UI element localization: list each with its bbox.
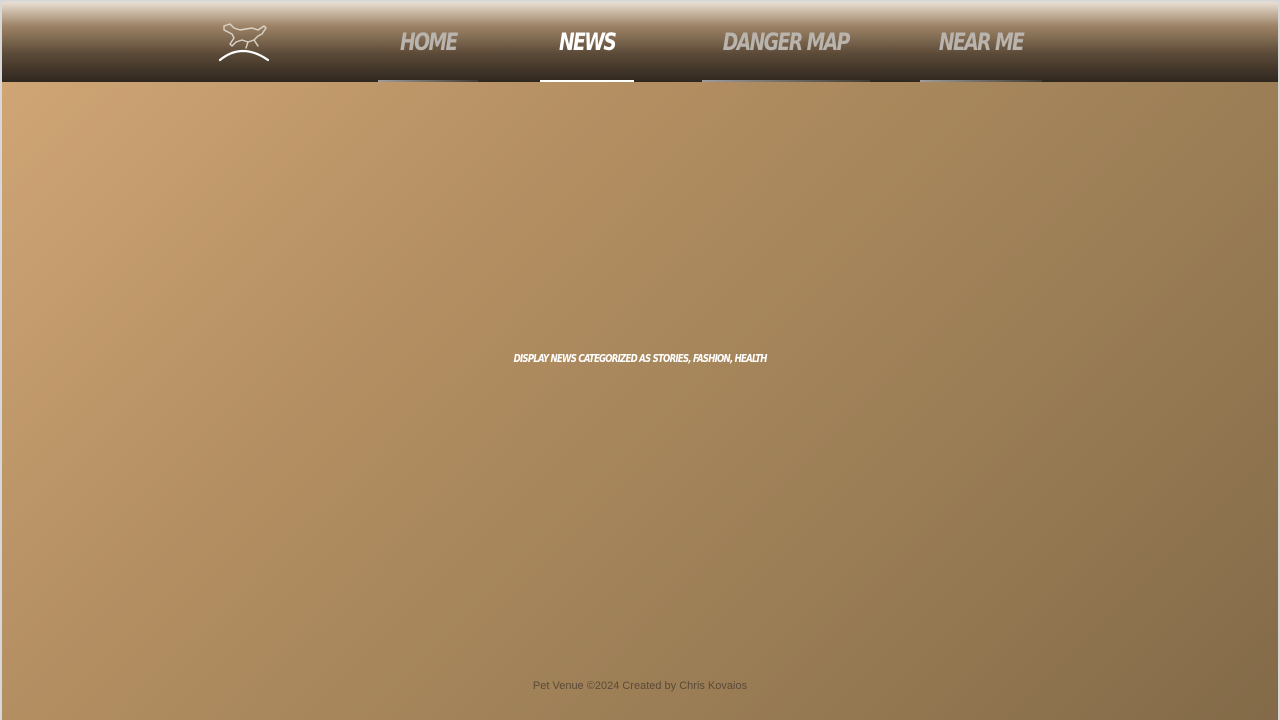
page-frame: HOME NEWS DANGER MAP NEAR ME DISPLAY NEW… xyxy=(2,2,1278,720)
nav-news[interactable]: NEWS xyxy=(540,2,634,82)
footer-copyright: Pet Venue ©2024 Created by Chris Kovaios xyxy=(532,680,748,692)
nav-near-me-underline xyxy=(920,80,1042,82)
nav-home-underline xyxy=(378,80,478,82)
footer: Pet Venue ©2024 Created by Chris Kovaios xyxy=(2,680,1278,692)
nav-news-label: NEWS xyxy=(558,28,617,56)
leaping-dog-logo-icon[interactable] xyxy=(214,20,270,64)
nav-danger-map-label: DANGER MAP xyxy=(722,28,851,56)
nav-danger-map-underline xyxy=(702,80,870,82)
nav-near-me-label: NEAR ME xyxy=(938,28,1025,56)
nav-near-me[interactable]: NEAR ME xyxy=(920,2,1042,82)
nav-home[interactable]: HOME xyxy=(378,2,478,82)
top-navbar: HOME NEWS DANGER MAP NEAR ME xyxy=(2,2,1278,82)
nav-news-underline xyxy=(540,80,634,82)
nav-danger-map[interactable]: DANGER MAP xyxy=(702,2,870,82)
news-placeholder-text: DISPLAY NEWS CATEGORIZED AS STORIES, FAS… xyxy=(2,352,1278,365)
news-placeholder-label: DISPLAY NEWS CATEGORIZED AS STORIES, FAS… xyxy=(513,352,767,365)
nav-home-label: HOME xyxy=(399,28,458,56)
